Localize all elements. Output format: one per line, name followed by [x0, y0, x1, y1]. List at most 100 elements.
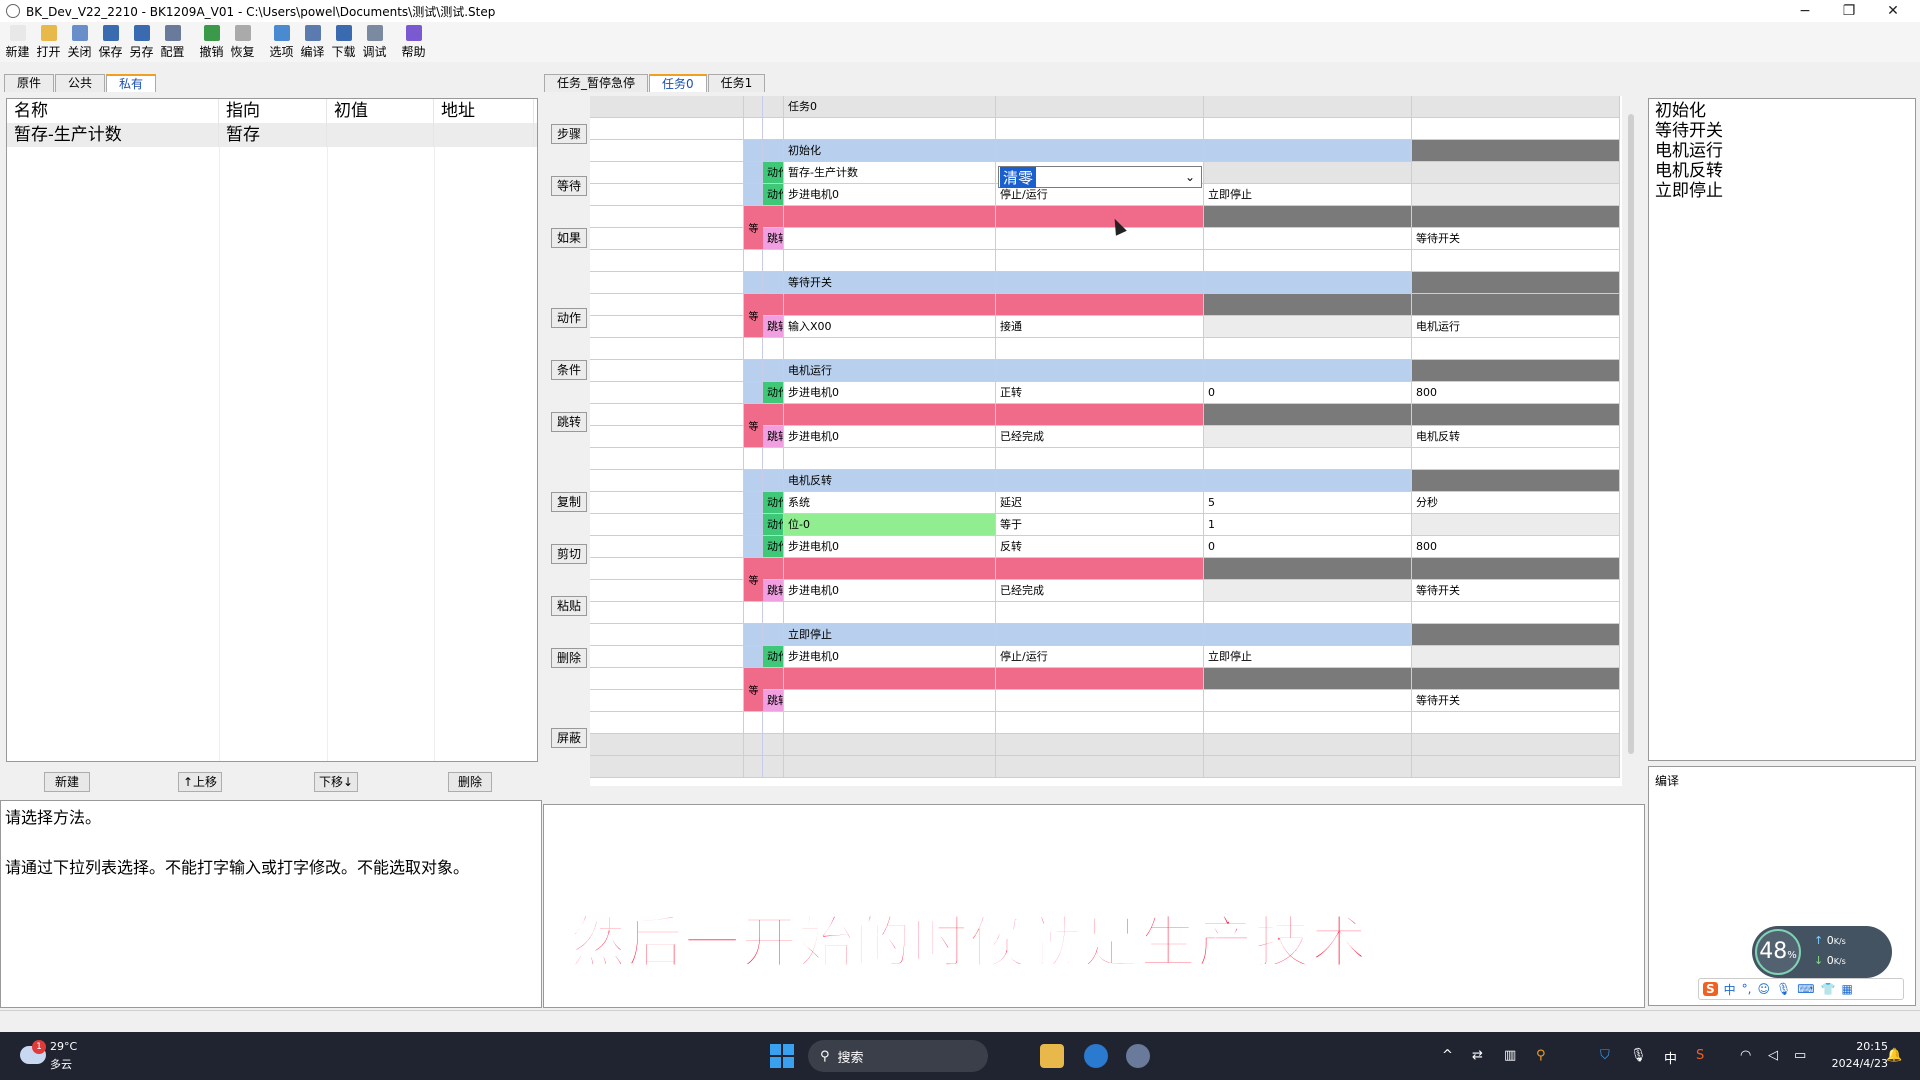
grid-cell[interactable] — [996, 294, 1204, 316]
grid-row[interactable]: 立即停止 — [590, 624, 1622, 646]
grid-cell[interactable] — [590, 646, 744, 668]
action-target[interactable]: 位-0 — [784, 514, 996, 536]
action-param2[interactable]: 800 — [1412, 536, 1620, 558]
tray-shield-icon[interactable]: ⛉ — [1600, 1048, 1610, 1063]
grid-cell[interactable] — [744, 96, 763, 118]
grid-cell[interactable] — [590, 140, 744, 162]
grid-cell[interactable] — [744, 250, 763, 272]
jump-param[interactable] — [1204, 580, 1412, 602]
action-param1[interactable]: 5 — [1204, 492, 1412, 514]
step-list-item[interactable]: 电机运行 — [1655, 141, 1909, 161]
grid-row[interactable]: 动作系统延迟5分秒 — [590, 492, 1622, 514]
step-list-item[interactable]: 立即停止 — [1655, 181, 1909, 201]
tray-sogou-icon[interactable]: S — [1696, 1048, 1704, 1063]
grid-cell[interactable] — [763, 404, 784, 426]
grid-cell[interactable] — [996, 602, 1204, 624]
tab-left-1[interactable]: 公共 — [55, 74, 106, 92]
grid-cell[interactable] — [744, 602, 763, 624]
grid-cell[interactable] — [1204, 624, 1412, 646]
jump-tag[interactable]: 跳转 — [763, 690, 784, 712]
action-method[interactable]: 正转 — [996, 382, 1204, 404]
grid-cell[interactable] — [1204, 668, 1412, 690]
grid-cell[interactable] — [744, 712, 763, 734]
tray-search-tool-icon[interactable]: ⚲ — [1536, 1048, 1546, 1063]
grid-cell[interactable] — [784, 294, 996, 316]
action-target[interactable]: 暂存-生产计数 — [784, 162, 996, 184]
grid-cell[interactable] — [590, 316, 744, 338]
action-method[interactable]: 等于 — [996, 514, 1204, 536]
grid-cell[interactable] — [1204, 734, 1412, 756]
grid-cell[interactable] — [784, 118, 996, 140]
grid-cell[interactable] — [1204, 206, 1412, 228]
action-target[interactable]: 步进电机0 — [784, 646, 996, 668]
grid-cell[interactable] — [590, 470, 744, 492]
action-param2[interactable] — [1412, 646, 1620, 668]
jump-condition-target[interactable]: 步进电机0 — [784, 426, 996, 448]
grid-cell[interactable] — [996, 140, 1204, 162]
jump-target-step[interactable]: 等待开关 — [1412, 690, 1620, 712]
grid-cell[interactable] — [590, 404, 744, 426]
grid-cell[interactable] — [996, 206, 1204, 228]
grid-cell[interactable] — [590, 712, 744, 734]
grid-cell[interactable] — [784, 734, 996, 756]
step-list-item[interactable]: 电机反转 — [1655, 161, 1909, 181]
grid-row[interactable] — [590, 602, 1622, 624]
ime-keyboard-icon[interactable]: ⌨ — [1797, 982, 1814, 996]
grid-cell[interactable] — [996, 250, 1204, 272]
tab-left-2[interactable]: 私有 — [106, 74, 157, 92]
grid-row[interactable]: 初始化 — [590, 140, 1622, 162]
grid-cell[interactable] — [996, 118, 1204, 140]
jump-target-step[interactable]: 电机反转 — [1412, 426, 1620, 448]
maximize-button[interactable]: ❐ — [1826, 0, 1872, 22]
grid-cell[interactable] — [1412, 624, 1620, 646]
grid-cell[interactable] — [1204, 96, 1412, 118]
jump-condition[interactable]: 接通 — [996, 316, 1204, 338]
grid-cell[interactable] — [996, 734, 1204, 756]
grid-cell[interactable] — [590, 580, 744, 602]
action-param2[interactable]: 800 — [1412, 382, 1620, 404]
grid-cell[interactable] — [590, 118, 744, 140]
grid-cell[interactable] — [784, 756, 996, 778]
settings-gear-icon[interactable] — [1126, 1044, 1150, 1068]
grid-cell[interactable] — [996, 756, 1204, 778]
grid-cell[interactable] — [784, 558, 996, 580]
grid-cell[interactable] — [996, 360, 1204, 382]
action-method[interactable]: 延迟 — [996, 492, 1204, 514]
toolbar-button-config-wrench[interactable]: 配置 — [157, 22, 188, 62]
grid-cell[interactable] — [784, 206, 996, 228]
task-title[interactable]: 任务0 — [784, 96, 996, 118]
move-up-button[interactable]: ↑上移 — [178, 772, 222, 792]
grid-cell[interactable] — [590, 536, 744, 558]
grid-cell[interactable] — [1412, 558, 1620, 580]
close-button[interactable]: ✕ — [1870, 0, 1916, 22]
jump-tag[interactable]: 跳转 — [763, 228, 784, 250]
grid-cell[interactable] — [1204, 360, 1412, 382]
new-variable-button[interactable]: 新建 — [44, 772, 90, 792]
grid-cell[interactable] — [763, 118, 784, 140]
grid-cell[interactable] — [996, 624, 1204, 646]
grid-cell[interactable] — [590, 206, 744, 228]
toolbar-button-new-file[interactable]: 新建 — [2, 22, 33, 62]
taskbar-date[interactable]: 2024/4/23 — [1818, 1057, 1888, 1070]
side-button-5[interactable]: 跳转 — [551, 412, 587, 432]
grid-cell[interactable] — [1412, 602, 1620, 624]
action-tag[interactable]: 动作 — [763, 492, 784, 514]
grid-cell[interactable] — [590, 272, 744, 294]
file-explorer-icon[interactable] — [1040, 1044, 1064, 1068]
chevron-down-icon[interactable]: ⌄ — [1185, 170, 1195, 184]
grid-cell[interactable] — [763, 602, 784, 624]
action-method[interactable]: 反转 — [996, 536, 1204, 558]
grid-cell[interactable] — [1412, 712, 1620, 734]
grid-cell[interactable] — [996, 470, 1204, 492]
grid-cell[interactable] — [1204, 272, 1412, 294]
side-button-3[interactable]: 动作 — [551, 308, 587, 328]
notification-bell-icon[interactable]: 🔔 — [1886, 1048, 1902, 1063]
grid-cell[interactable] — [744, 184, 763, 206]
side-button-10[interactable]: 屏蔽 — [551, 728, 587, 748]
toolbar-button-debug-gear[interactable]: 调试 — [359, 22, 390, 62]
tray-chevron-icon[interactable]: ^ — [1442, 1048, 1453, 1063]
grid-cell[interactable] — [590, 250, 744, 272]
step-list-item[interactable]: 等待开关 — [1655, 121, 1909, 141]
jump-tag[interactable]: 跳转 — [763, 316, 784, 338]
grid-row[interactable] — [590, 118, 1622, 140]
